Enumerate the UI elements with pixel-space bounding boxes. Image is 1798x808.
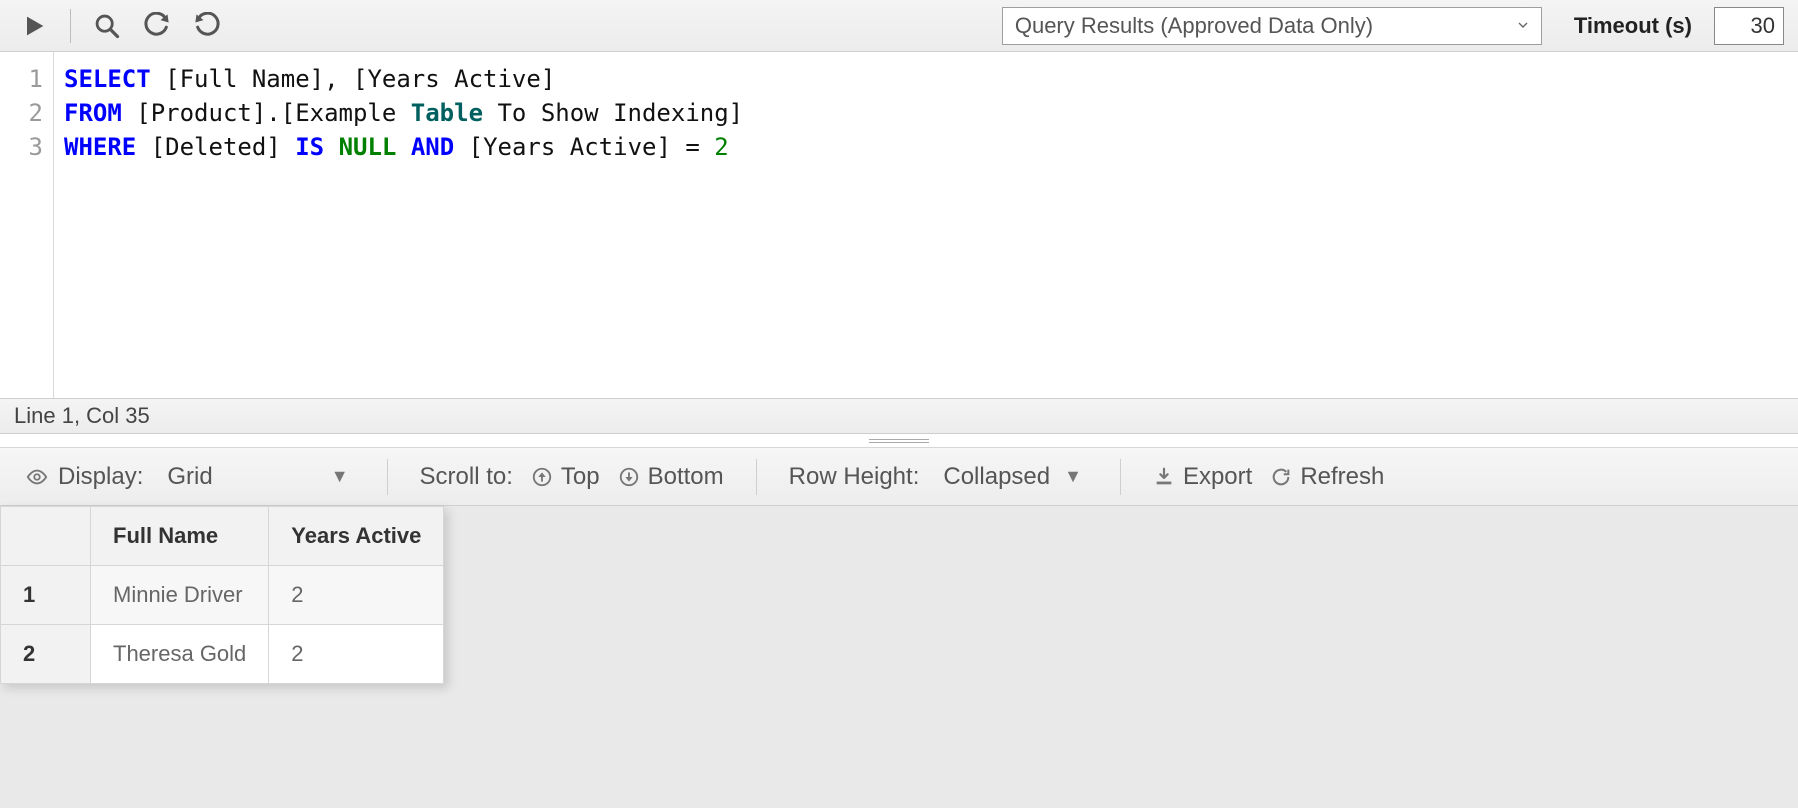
arrow-up-circle-icon bbox=[531, 466, 553, 488]
row-number-header[interactable] bbox=[1, 507, 91, 566]
eye-icon bbox=[26, 466, 48, 488]
cell-full-name[interactable]: Minnie Driver bbox=[91, 566, 269, 625]
row-number-cell: 2 bbox=[1, 625, 91, 684]
toolbar-separator bbox=[387, 459, 388, 495]
table-row[interactable]: 1 Minnie Driver 2 bbox=[1, 566, 444, 625]
row-number-cell: 1 bbox=[1, 566, 91, 625]
sql-text: To Show Indexing] bbox=[483, 99, 743, 127]
line-number: 2 bbox=[0, 96, 43, 130]
display-label: Display: bbox=[26, 463, 143, 491]
undo-icon bbox=[143, 12, 171, 40]
display-mode-value: Grid bbox=[167, 463, 212, 491]
pane-splitter[interactable] bbox=[0, 434, 1798, 448]
sql-editor[interactable]: 1 2 3 SELECT [Full Name], [Years Active]… bbox=[0, 52, 1798, 398]
results-mode-value: Query Results (Approved Data Only) bbox=[1015, 13, 1373, 39]
sql-keyword: IS bbox=[295, 133, 324, 161]
results-toolbar: Display: Grid ▼ Scroll to: Top Bottom Ro… bbox=[0, 448, 1798, 506]
rowheight-select[interactable]: Collapsed ▼ bbox=[937, 463, 1088, 491]
editor-status-bar: Line 1, Col 35 bbox=[0, 398, 1798, 434]
toolbar-separator bbox=[1120, 459, 1121, 495]
arrow-down-circle-icon bbox=[618, 466, 640, 488]
refresh-icon bbox=[1270, 466, 1292, 488]
scroll-to-label: Scroll to: bbox=[420, 463, 513, 491]
column-header[interactable]: Full Name bbox=[91, 507, 269, 566]
redo-button[interactable] bbox=[187, 7, 227, 45]
cell-years-active[interactable]: 2 bbox=[269, 625, 444, 684]
cell-full-name[interactable]: Theresa Gold bbox=[91, 625, 269, 684]
results-mode-select[interactable]: Query Results (Approved Data Only) bbox=[1002, 7, 1542, 45]
play-icon bbox=[20, 12, 48, 40]
redo-icon bbox=[193, 12, 221, 40]
timeout-input[interactable] bbox=[1714, 7, 1784, 45]
undo-button[interactable] bbox=[137, 7, 177, 45]
triangle-down-icon: ▼ bbox=[331, 466, 349, 487]
sql-text: [Full Name], [Years Active] bbox=[151, 65, 556, 93]
splitter-grip-icon bbox=[869, 439, 929, 443]
sql-null: NULL bbox=[339, 133, 397, 161]
code-area[interactable]: SELECT [Full Name], [Years Active] FROM [… bbox=[54, 52, 1798, 398]
download-icon bbox=[1153, 466, 1175, 488]
refresh-button[interactable]: Refresh bbox=[1270, 463, 1384, 491]
sql-text: [Deleted] bbox=[136, 133, 295, 161]
column-header[interactable]: Years Active bbox=[269, 507, 444, 566]
triangle-down-icon: ▼ bbox=[1064, 466, 1082, 487]
cursor-position: Line 1, Col 35 bbox=[14, 403, 150, 429]
sql-keyword: WHERE bbox=[64, 133, 136, 161]
chevron-down-icon bbox=[1515, 13, 1531, 39]
sql-keyword: Table bbox=[411, 99, 483, 127]
sql-text: [Years Active] = bbox=[454, 133, 714, 161]
sql-number: 2 bbox=[714, 133, 728, 161]
line-number: 3 bbox=[0, 130, 43, 164]
toolbar-separator bbox=[70, 9, 71, 43]
line-gutter: 1 2 3 bbox=[0, 52, 54, 398]
rowheight-label: Row Height: bbox=[789, 463, 920, 491]
sql-text: [Product].[Example bbox=[122, 99, 411, 127]
sql-keyword: SELECT bbox=[64, 65, 151, 93]
results-table[interactable]: Full Name Years Active 1 Minnie Driver 2… bbox=[0, 506, 444, 684]
export-button[interactable]: Export bbox=[1153, 463, 1252, 491]
line-number: 1 bbox=[0, 62, 43, 96]
timeout-label: Timeout (s) bbox=[1574, 13, 1692, 39]
scroll-top-button[interactable]: Top bbox=[531, 463, 600, 491]
cell-years-active[interactable]: 2 bbox=[269, 566, 444, 625]
search-icon bbox=[93, 12, 121, 40]
search-button[interactable] bbox=[87, 7, 127, 45]
run-button[interactable] bbox=[14, 7, 54, 45]
table-header-row: Full Name Years Active bbox=[1, 507, 444, 566]
sql-keyword: FROM bbox=[64, 99, 122, 127]
main-toolbar: Query Results (Approved Data Only) Timeo… bbox=[0, 0, 1798, 52]
display-mode-select[interactable]: Grid ▼ bbox=[161, 463, 354, 491]
toolbar-separator bbox=[756, 459, 757, 495]
scroll-bottom-button[interactable]: Bottom bbox=[618, 463, 724, 491]
results-area: Full Name Years Active 1 Minnie Driver 2… bbox=[0, 506, 1798, 808]
sql-keyword: AND bbox=[411, 133, 454, 161]
rowheight-value: Collapsed bbox=[943, 463, 1050, 491]
table-row[interactable]: 2 Theresa Gold 2 bbox=[1, 625, 444, 684]
